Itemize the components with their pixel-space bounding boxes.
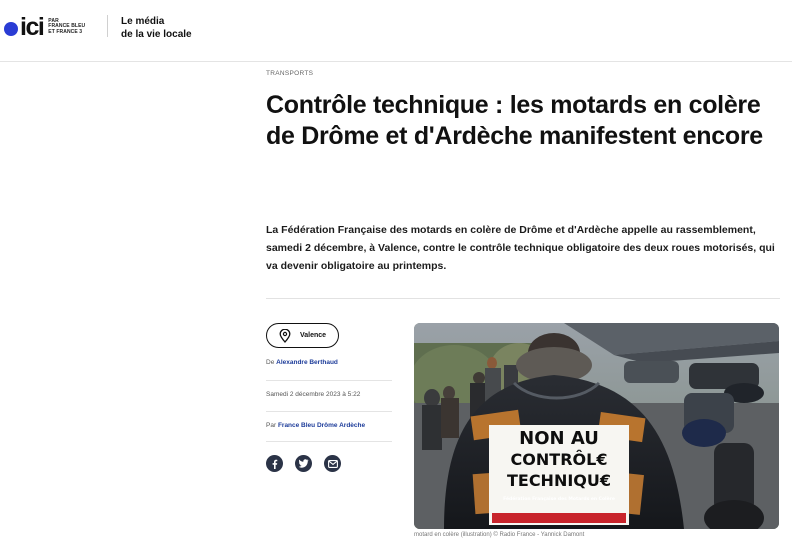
sign-footer: Fédération Française des Motards en Colè… <box>503 497 615 502</box>
site-header: ici PAR FRANCE BLEU ET FRANCE 3 Le média… <box>0 0 792 62</box>
share-buttons <box>266 455 341 472</box>
logo-par-line3: ET FRANCE 3 <box>48 28 83 35</box>
site-tagline: Le média de la vie locale <box>121 15 192 41</box>
twitter-share-button[interactable] <box>295 455 312 472</box>
protest-sign-text: NON AU CONTRÔL€ TECHNIQU€ Fédération Fra… <box>489 428 629 504</box>
author-prefix: De <box>266 359 275 366</box>
article-lead: La Fédération Française des motards en c… <box>266 224 775 272</box>
facebook-share-button[interactable] <box>266 455 283 472</box>
meta-divider <box>266 411 392 412</box>
tagline-line1: Le média <box>121 16 165 27</box>
meta-divider <box>266 441 392 442</box>
source-prefix: Par <box>266 422 277 429</box>
email-share-button[interactable] <box>324 455 341 472</box>
logo-text: ici <box>20 13 45 41</box>
tagline-line2: de la vie locale <box>121 29 192 40</box>
twitter-icon <box>298 459 308 468</box>
photo-caption: motard en colère (illustration) © Radio … <box>414 532 585 538</box>
author-link[interactable]: Alexandre Berthaud <box>276 359 338 366</box>
location-tag-button[interactable]: Valence <box>266 323 339 348</box>
site-logo[interactable]: ici PAR FRANCE BLEU ET FRANCE 3 <box>4 13 85 41</box>
article-title: Contrôle technique : les motards en colè… <box>266 91 763 150</box>
article-photo[interactable]: NON AU CONTRÔL€ TECHNIQU€ Fédération Fra… <box>414 323 779 529</box>
publish-date: Samedi 2 décembre 2023 à 5:22 <box>266 391 361 398</box>
meta-divider <box>266 380 392 381</box>
email-icon <box>327 459 338 468</box>
sign-line-1: NON AU <box>519 428 599 449</box>
logo-mark: ici <box>4 13 45 41</box>
author-line: De Alexandre Berthaud <box>266 359 338 366</box>
sign-line-2: CONTRÔL€ <box>510 450 608 469</box>
location-pin-icon <box>279 328 291 343</box>
logo-par-text: PAR FRANCE BLEU ET FRANCE 3 <box>48 18 85 36</box>
facebook-icon <box>272 459 278 469</box>
sign-line-3: TECHNIQU€ <box>506 471 612 490</box>
article-category-link[interactable]: TRANSPORTS <box>266 70 313 77</box>
location-label: Valence <box>300 332 327 339</box>
header-divider <box>107 15 108 37</box>
source-line: Par France Bleu Drôme Ardèche <box>266 422 365 429</box>
lead-divider <box>266 298 780 299</box>
source-link[interactable]: France Bleu Drôme Ardèche <box>278 422 365 429</box>
logo-dot-icon <box>4 22 18 36</box>
